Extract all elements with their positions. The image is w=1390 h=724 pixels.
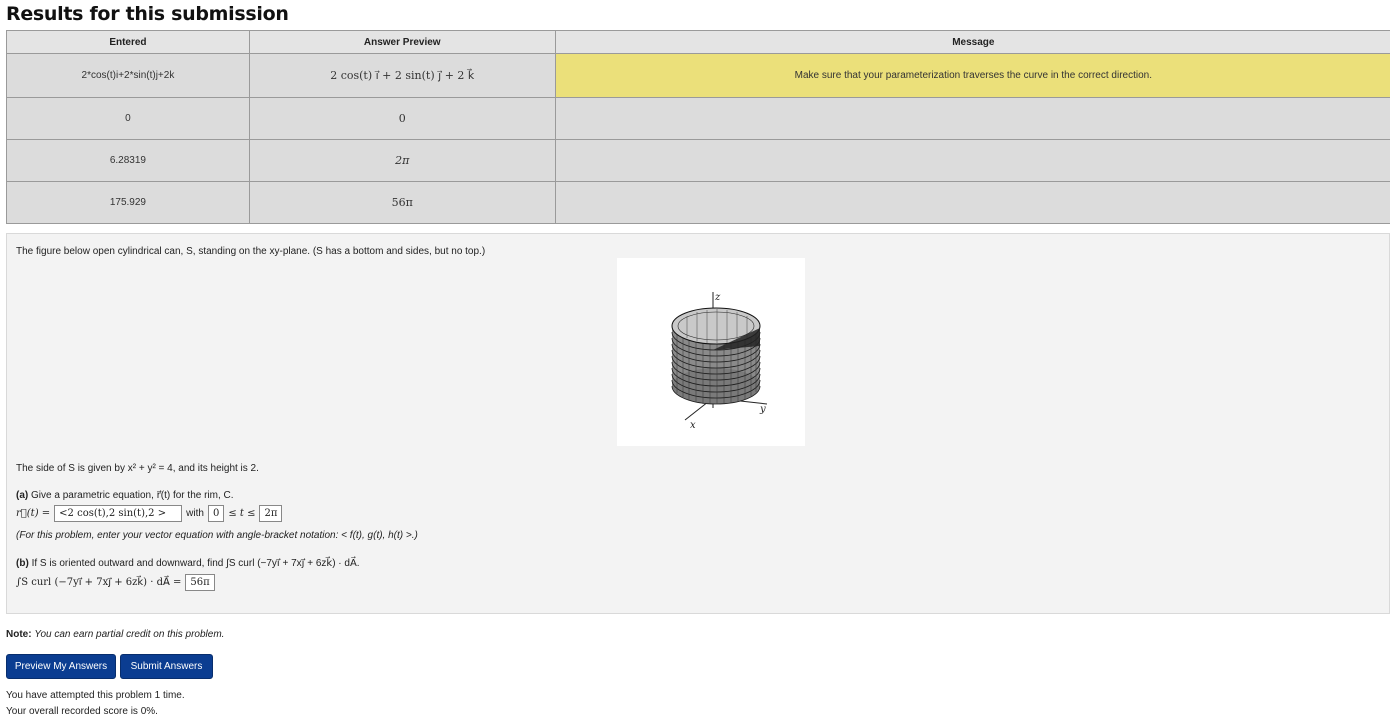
part-a-prompt: (a) Give a parametric equation, r⃗(t) fo… xyxy=(16,490,234,501)
preview-cell: 2π xyxy=(248,139,556,182)
table-header-row: Entered Answer Preview Message xyxy=(6,30,1390,54)
part-b-text: If S is oriented outward and downward, f… xyxy=(31,558,360,569)
table-row: 2*cos(t)i+2*sin(t)j+2k 2 cos(t) i⃗ + 2 s… xyxy=(6,53,1390,98)
table-row: 0 0 xyxy=(6,97,1390,140)
page-title: Results for this submission xyxy=(6,3,289,25)
results-table: Entered Answer Preview Message 2*cos(t)i… xyxy=(6,30,1390,224)
part-a-hint: (For this problem, enter your vector equ… xyxy=(16,530,418,541)
preview-cell: 2 cos(t) i⃗ + 2 sin(t) j⃗ + 2 k⃗ xyxy=(248,53,556,98)
entered-cell: 6.28319 xyxy=(6,139,250,182)
table-row: 6.28319 2π xyxy=(6,139,1390,182)
problem-intro: The figure below open cylindrical can, S… xyxy=(16,246,486,257)
preview-cell: 56π xyxy=(248,181,556,224)
rim-equation-input[interactable]: <2 cos(t),2 sin(t),2 > xyxy=(54,505,183,522)
header-message: Message xyxy=(554,30,1390,54)
preview-cell: 0 xyxy=(248,97,556,140)
cylinder-figure: z x y xyxy=(617,258,805,446)
note-label: Note: xyxy=(6,629,32,640)
side-description: The side of S is given by x² + y² = 4, a… xyxy=(16,463,259,474)
header-entered: Entered xyxy=(6,30,250,54)
entered-cell: 175.929 xyxy=(6,181,250,224)
flux-answer-input[interactable]: 56π xyxy=(185,574,215,591)
preview-answers-button[interactable]: Preview My Answers xyxy=(6,654,116,679)
note-text: You can earn partial credit on this prob… xyxy=(34,629,225,640)
part-a-label: (a) xyxy=(16,490,29,501)
part-b-answer-row: ∫S curl (−7yi⃗ + 7xj⃗ + 6zk⃗) · dA⃗ = 56… xyxy=(16,574,215,591)
message-cell xyxy=(554,97,1390,140)
message-cell: Make sure that your parameterization tra… xyxy=(554,53,1390,98)
table-row: 175.929 56π xyxy=(6,181,1390,224)
score-text: Your overall recorded score is 0%. xyxy=(6,706,158,717)
part-b-label: (b) xyxy=(16,558,29,569)
x-axis-label: x xyxy=(690,420,696,431)
attempts-text: You have attempted this problem 1 time. xyxy=(6,690,185,701)
z-axis-label: z xyxy=(714,292,721,303)
submit-answers-button[interactable]: Submit Answers xyxy=(120,654,213,679)
entered-cell: 2*cos(t)i+2*sin(t)j+2k xyxy=(6,53,250,98)
partial-credit-note: Note: You can earn partial credit on thi… xyxy=(6,629,224,640)
part-b-lhs: ∫S curl (−7yi⃗ + 7xj⃗ + 6zk⃗) · dA⃗ = xyxy=(16,577,182,588)
part-b-prompt: (b) If S is oriented outward and downwar… xyxy=(16,558,360,569)
problem-panel: The figure below open cylindrical can, S… xyxy=(6,233,1390,614)
header-answer-preview: Answer Preview xyxy=(248,30,556,54)
cylinder-graphic: z x y xyxy=(671,292,768,431)
t-lower-input[interactable]: 0 xyxy=(207,505,225,522)
message-cell xyxy=(554,181,1390,224)
part-a-with: with xyxy=(186,508,204,519)
part-a-inequality: ≤ t ≤ xyxy=(228,508,256,519)
t-upper-input[interactable]: 2π xyxy=(259,505,283,522)
entered-cell: 0 xyxy=(6,97,250,140)
part-a-text: Give a parametric equation, r⃗(t) for th… xyxy=(31,490,234,501)
message-cell xyxy=(554,139,1390,182)
part-a-lhs: r⃗(t) = xyxy=(16,508,51,519)
y-axis-label: y xyxy=(759,404,766,415)
part-a-answer-row: r⃗(t) = <2 cos(t),2 sin(t),2 > with 0 ≤ … xyxy=(16,505,283,522)
